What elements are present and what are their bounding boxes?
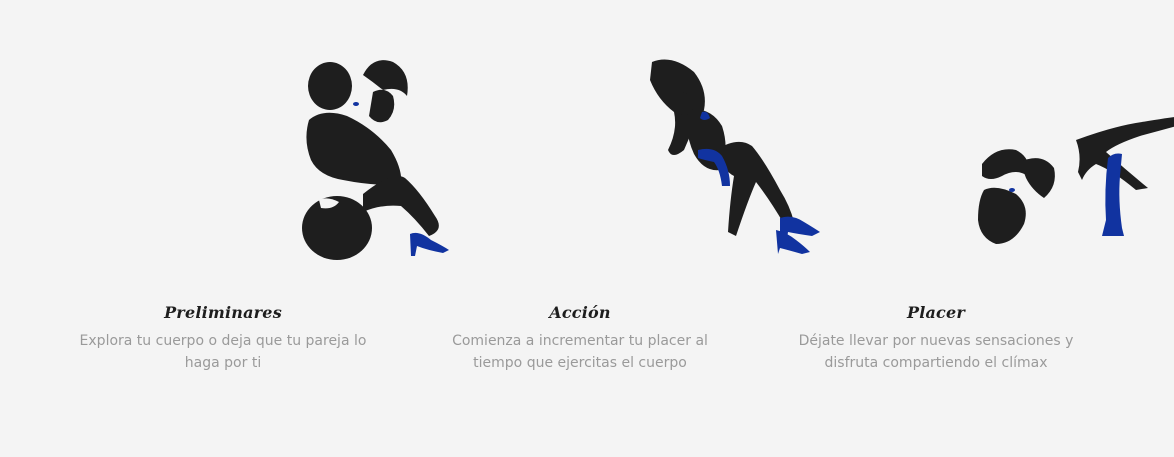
feature-description-line: Déjate llevar por nuevas sensaciones y — [798, 333, 1074, 349]
feature-description-line: disfruta compartiendo el clímax — [824, 355, 1048, 371]
couple-legs-up-icon — [786, 0, 1174, 280]
feature-title: Preliminares — [164, 303, 282, 322]
woman-reclining-icon — [430, 0, 820, 280]
features-section: Preliminares Explora tu cuerpo o deja qu… — [0, 0, 1174, 457]
feature-title: Acción — [549, 303, 611, 322]
feature-description-line: Comienza a incrementar tu placer al — [452, 333, 708, 349]
feature-title: Placer — [906, 303, 966, 322]
couple-embrace-icon — [73, 0, 449, 280]
feature-description-line: tiempo que ejercitas el cuerpo — [473, 355, 687, 371]
feature-description: Explora tu cuerpo o deja que tu pareja l… — [73, 330, 373, 374]
feature-description-line: Explora tu cuerpo o deja que tu pareja l… — [79, 333, 367, 349]
feature-description: Déjate llevar por nuevas sensaciones y d… — [786, 330, 1086, 374]
feature-description-line: haga por ti — [184, 355, 262, 371]
feature-description: Comienza a incrementar tu placer al tiem… — [430, 330, 730, 374]
